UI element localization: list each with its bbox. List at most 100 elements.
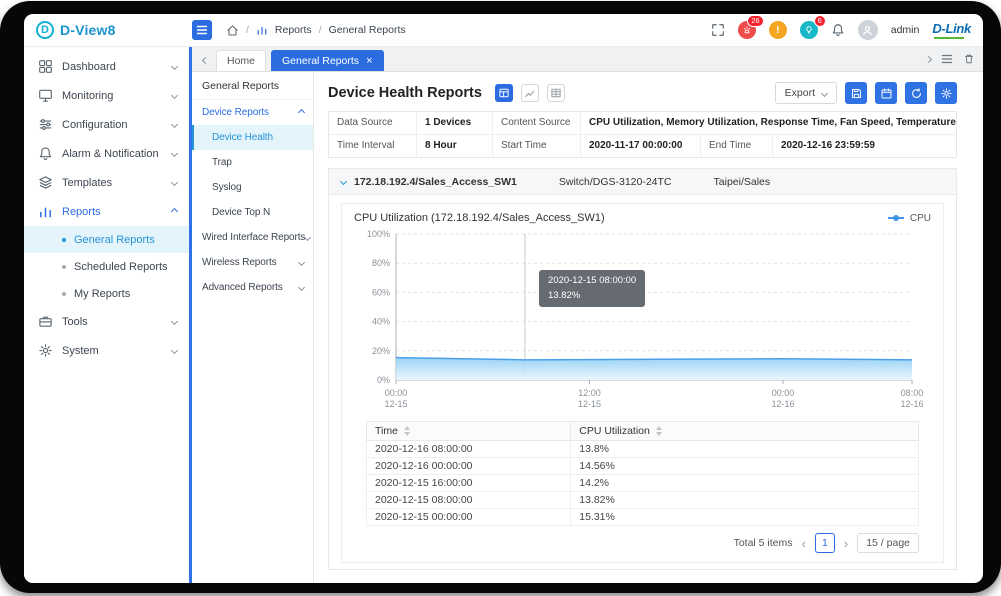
subnav-item-trap[interactable]: Trap bbox=[192, 150, 313, 175]
chevron-down-icon bbox=[298, 284, 305, 291]
start-time-label: Start Time bbox=[493, 135, 581, 157]
tab-general-reports[interactable]: General Reports × bbox=[271, 50, 383, 71]
grid-view-icon bbox=[498, 87, 510, 99]
configuration-icon bbox=[38, 117, 53, 132]
dlink-logo: D-Link bbox=[932, 22, 971, 39]
chevron-down-icon bbox=[171, 347, 178, 354]
refresh-button[interactable] bbox=[905, 82, 927, 104]
previous-page-button[interactable]: ‹ bbox=[802, 537, 806, 550]
cell-cpu: 14.56% bbox=[571, 458, 919, 475]
sidebar-item-label: Tools bbox=[62, 316, 88, 328]
schedule-report-button[interactable] bbox=[875, 82, 897, 104]
sidebar-collapse-button[interactable] bbox=[192, 20, 212, 40]
sidebar-item-scheduled-reports[interactable]: Scheduled Reports bbox=[24, 253, 189, 280]
device-name: 172.18.192.4/Sales_Access_SW1 bbox=[354, 176, 517, 188]
user-avatar-icon[interactable] bbox=[858, 20, 878, 40]
device-collapse-toggle[interactable]: 172.18.192.4/Sales_Access_SW1 bbox=[341, 176, 517, 188]
close-all-tabs-button[interactable] bbox=[963, 53, 975, 65]
table-row[interactable]: 2020-12-15 16:00:00 14.2% bbox=[367, 475, 919, 492]
cpu-chart[interactable]: 0%20%40%60%80%100%00:0012-1512:0012-1500… bbox=[354, 226, 931, 415]
system-icon bbox=[38, 343, 53, 358]
table-row[interactable]: 2020-12-15 00:00:00 15.31% bbox=[367, 509, 919, 526]
close-icon[interactable]: × bbox=[366, 56, 372, 67]
sidebar-item-label: Scheduled Reports bbox=[74, 261, 168, 273]
subnav-item-device-health[interactable]: Device Health bbox=[192, 125, 313, 150]
cell-time: 2020-12-15 08:00:00 bbox=[367, 492, 571, 509]
subnav-item-label: Wired Interface Reports bbox=[202, 232, 305, 243]
cpu-utilization-card: CPU Utilization (172.18.192.4/Sales_Acce… bbox=[341, 203, 944, 563]
chart-view-icon bbox=[524, 87, 536, 99]
sidebar-item-system[interactable]: System bbox=[24, 336, 189, 365]
sidebar-item-templates[interactable]: Templates bbox=[24, 168, 189, 197]
sort-icon[interactable] bbox=[404, 426, 410, 436]
svg-text:0%: 0% bbox=[377, 375, 390, 385]
warning-alarm-icon[interactable]: ! bbox=[769, 21, 787, 39]
svg-text:100%: 100% bbox=[367, 229, 390, 239]
subnav-item-device-top-n[interactable]: Device Top N bbox=[192, 200, 313, 225]
column-header-cpu-utilization[interactable]: CPU Utilization bbox=[571, 422, 919, 441]
sidebar-item-general-reports[interactable]: General Reports bbox=[24, 226, 189, 253]
subnav-item-syslog[interactable]: Syslog bbox=[192, 175, 313, 200]
cpu-chart-svg: 0%20%40%60%80%100%00:0012-1512:0012-1500… bbox=[354, 226, 924, 410]
sidebar-item-alarm-notification[interactable]: Alarm & Notification bbox=[24, 139, 189, 168]
table-row[interactable]: 2020-12-16 00:00:00 14.56% bbox=[367, 458, 919, 475]
dlink-logo-text: D-Link bbox=[932, 22, 971, 35]
subnav-item-label: Device Top N bbox=[212, 207, 270, 218]
save-icon bbox=[850, 87, 863, 100]
export-button[interactable]: Export bbox=[775, 82, 837, 104]
chevron-up-icon bbox=[171, 208, 178, 215]
critical-alarm-icon[interactable]: 26 bbox=[738, 21, 756, 39]
app-logo[interactable]: D D-View8 bbox=[36, 21, 192, 39]
sidebar-item-configuration[interactable]: Configuration bbox=[24, 110, 189, 139]
breadcrumb-section[interactable]: Reports bbox=[275, 24, 312, 36]
subnav-item-advanced-reports[interactable]: Advanced Reports bbox=[192, 275, 313, 300]
notification-bell-icon[interactable] bbox=[831, 23, 845, 37]
home-icon[interactable] bbox=[226, 24, 239, 37]
end-time-value: 2020-12-16 23:59:59 bbox=[773, 135, 956, 157]
tools-icon bbox=[38, 314, 53, 329]
page-number-button[interactable]: 1 bbox=[815, 533, 835, 553]
sidebar-item-reports[interactable]: Reports bbox=[24, 197, 189, 226]
svg-text:80%: 80% bbox=[372, 258, 390, 268]
sidebar-item-monitoring[interactable]: Monitoring bbox=[24, 81, 189, 110]
chevron-up-icon bbox=[298, 109, 305, 116]
username[interactable]: admin bbox=[891, 24, 920, 36]
svg-text:12:00: 12:00 bbox=[578, 388, 601, 398]
sidebar-item-dashboard[interactable]: Dashboard bbox=[24, 52, 189, 81]
save-report-button[interactable] bbox=[845, 82, 867, 104]
hint-bulb-icon[interactable]: 6 bbox=[800, 21, 818, 39]
subnav-item-device-reports[interactable]: Device Reports bbox=[192, 100, 313, 125]
tab-home[interactable]: Home bbox=[216, 50, 266, 71]
cell-cpu: 13.8% bbox=[571, 441, 919, 458]
page-size-select[interactable]: 15 / page bbox=[857, 533, 919, 553]
chevron-down-icon bbox=[821, 89, 828, 96]
breadcrumb-page[interactable]: General Reports bbox=[329, 24, 406, 36]
svg-text:08:00: 08:00 bbox=[901, 388, 924, 398]
bullet-icon bbox=[62, 238, 66, 242]
legend-cpu[interactable]: CPU bbox=[888, 213, 931, 224]
tab-list-button[interactable] bbox=[941, 53, 953, 65]
table-row[interactable]: 2020-12-15 08:00:00 13.82% bbox=[367, 492, 919, 509]
tab-scroll-right-button[interactable] bbox=[926, 57, 931, 62]
tab-scroll-left-button[interactable] bbox=[200, 50, 211, 71]
subnav-item-wired-interface-reports[interactable]: Wired Interface Reports bbox=[192, 225, 313, 250]
svg-text:12-15: 12-15 bbox=[578, 399, 601, 409]
sidebar-item-label: General Reports bbox=[74, 234, 155, 246]
table-row[interactable]: 2020-12-16 08:00:00 13.8% bbox=[367, 441, 919, 458]
next-page-button[interactable]: › bbox=[844, 537, 848, 550]
grid-view-button[interactable] bbox=[495, 84, 513, 102]
app-window: D D-View8 / R bbox=[24, 14, 983, 583]
settings-button[interactable] bbox=[935, 82, 957, 104]
chart-view-button[interactable] bbox=[521, 84, 539, 102]
column-header-time[interactable]: Time bbox=[367, 422, 571, 441]
sort-icon[interactable] bbox=[656, 426, 662, 436]
chevron-down-icon bbox=[171, 150, 178, 157]
fullscreen-icon[interactable] bbox=[711, 23, 725, 37]
column-label: Time bbox=[375, 425, 398, 437]
sidebar-item-tools[interactable]: Tools bbox=[24, 307, 189, 336]
subnav-item-wireless-reports[interactable]: Wireless Reports bbox=[192, 250, 313, 275]
sidebar-item-my-reports[interactable]: My Reports bbox=[24, 280, 189, 307]
main-sidebar: Dashboard Monitoring Configuration Alarm… bbox=[24, 47, 192, 583]
table-view-button[interactable] bbox=[547, 84, 565, 102]
dlink-logo-tagline-bar bbox=[934, 37, 964, 39]
